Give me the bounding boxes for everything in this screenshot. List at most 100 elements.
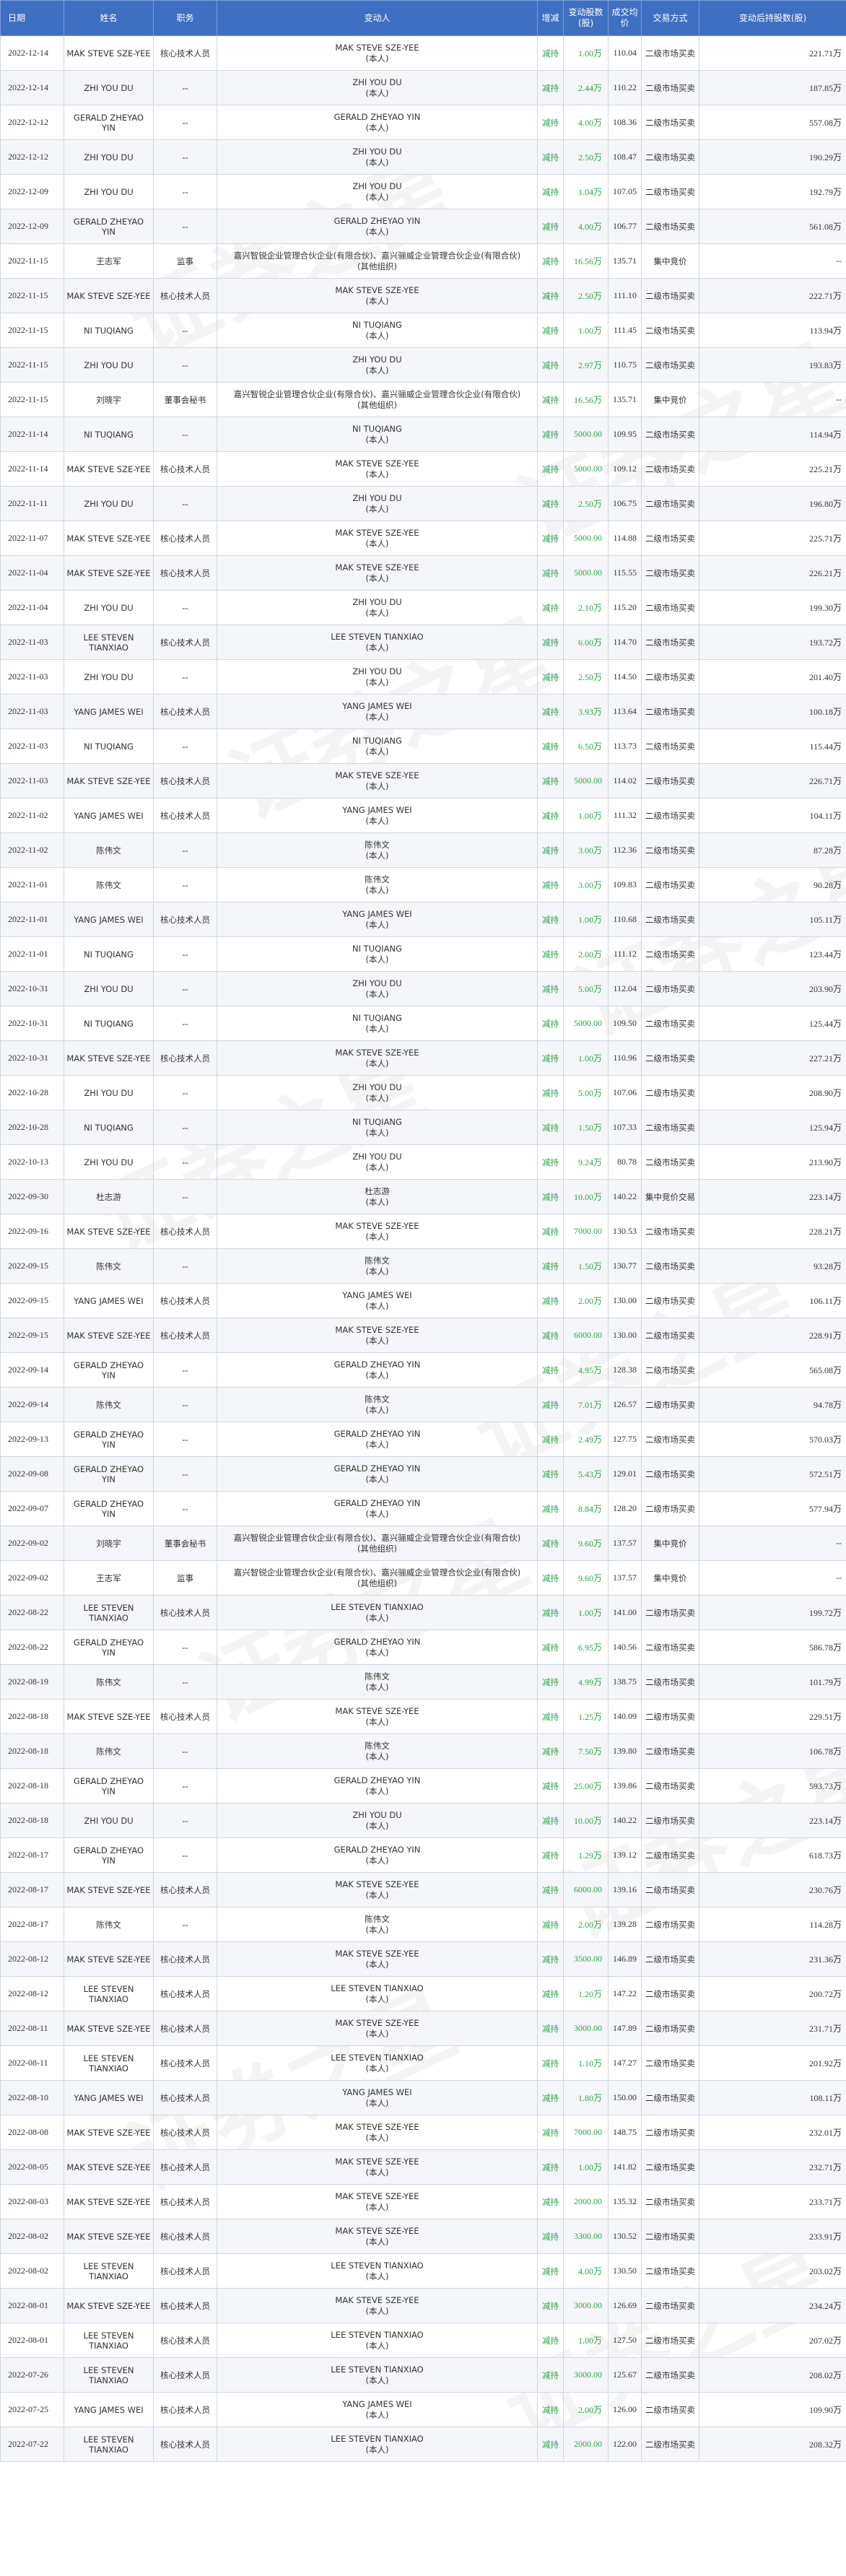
table-row[interactable]: 2022-09-15 YANG JAMES WEI 核心技术人员 YANG JAMES… [0, 1283, 846, 1318]
direction-cell: 减持 [537, 451, 564, 487]
table-row[interactable]: 2022-08-08 MAK STEVE SZE-YEE 核心技术人员 MAK STE… [0, 2115, 846, 2150]
table-row[interactable]: 2022-09-07 GERALD ZHEYAO YIN -- GERALD ZHEY… [0, 1491, 846, 1526]
holding-cell: 108.11万 [699, 2080, 846, 2115]
table-row[interactable]: 2022-10-28 NI TUQIANG -- NI TUQIANG (本人) 减持 1.… [0, 1110, 846, 1145]
table-body: 2022-12-14 MAK STEVE SZE-YEE 核心技术人员 MAK STE… [0, 35, 846, 2462]
position-cell: -- [153, 1837, 217, 1873]
table-row[interactable]: 2022-12-14 ZHI YOU DU -- ZHI YOU DU (本人) 减持 2.… [0, 70, 846, 105]
table-row[interactable]: 2022-11-15 ZHI YOU DU -- ZHI YOU DU (本人) 减持 2.… [0, 347, 846, 383]
table-row[interactable]: 2022-11-15 MAK STEVE SZE-YEE 核心技术人员 MAK STE… [0, 278, 846, 313]
method-cell: 二级市场买卖 [641, 1110, 699, 1145]
table-row[interactable]: 2022-08-17 MAK STEVE SZE-YEE 核心技术人员 MAK STE… [0, 1872, 846, 1907]
table-row[interactable]: 2022-11-03 LEE STEVEN TIANXIAO 核心技术人员 LEE S… [0, 625, 846, 660]
table-row[interactable]: 2022-09-15 陈伟文 -- 陈伟文 (本人) 减持 1.50万 130.77 二级市场买… [0, 1248, 846, 1284]
table-row[interactable]: 2022-09-14 GERALD ZHEYAO YIN -- GERALD ZHEY… [0, 1352, 846, 1388]
table-row[interactable]: 2022-11-02 YANG JAMES WEI 核心技术人员 YANG JAMES… [0, 798, 846, 833]
table-row[interactable]: 2022-07-26 LEE STEVEN TIANXIAO 核心技术人员 LEE S… [0, 2357, 846, 2393]
table-row[interactable]: 2022-08-22 GERALD ZHEYAO YIN -- GERALD ZHEY… [0, 1629, 846, 1665]
table-row[interactable]: 2022-11-07 MAK STEVE SZE-YEE 核心技术人员 MAK STE… [0, 521, 846, 556]
price-cell: 122.00 [608, 2427, 642, 2462]
table-row[interactable]: 2022-07-25 YANG JAMES WEI 核心技术人员 YANG JAMES… [0, 2392, 846, 2427]
table-row[interactable]: 2022-09-16 MAK STEVE SZE-YEE 核心技术人员 MAK STE… [0, 1214, 846, 1249]
header-direction[interactable]: 增减 [537, 0, 564, 36]
table-row[interactable]: 2022-10-13 ZHI YOU DU -- ZHI YOU DU (本人) 减持 9.… [0, 1144, 846, 1180]
header-agent[interactable]: 变动人 [217, 0, 538, 36]
agent-name: MAK STEVE SZE-YEE [335, 770, 419, 780]
table-row[interactable]: 2022-09-13 GERALD ZHEYAO YIN -- GERALD ZHEY… [0, 1422, 846, 1457]
table-row[interactable]: 2022-11-01 YANG JAMES WEI 核心技术人员 YANG JAMES… [0, 902, 846, 937]
table-row[interactable]: 2022-09-14 陈伟文 -- 陈伟文 (本人) 减持 7.01万 126.57 二级市场买… [0, 1387, 846, 1422]
agent-type: (本人) [365, 711, 389, 722]
table-row[interactable]: 2022-08-18 MAK STEVE SZE-YEE 核心技术人员 MAK STE… [0, 1699, 846, 1734]
table-row[interactable]: 2022-11-01 陈伟文 -- 陈伟文 (本人) 减持 3.00万 109.83 二级市场买… [0, 867, 846, 902]
name-cell: YANG JAMES WEI [64, 694, 154, 729]
table-row[interactable]: 2022-12-09 GERALD ZHEYAO YIN -- GERALD ZHEY… [0, 209, 846, 244]
table-row[interactable]: 2022-08-12 LEE STEVEN TIANXIAO 核心技术人员 LEE S… [0, 1976, 846, 2011]
table-row[interactable]: 2022-11-04 MAK STEVE SZE-YEE 核心技术人员 MAK STE… [0, 555, 846, 591]
table-row[interactable]: 2022-08-02 LEE STEVEN TIANXIAO 核心技术人员 LEE S… [0, 2253, 846, 2289]
table-row[interactable]: 2022-08-22 LEE STEVEN TIANXIAO 核心技术人员 LEE S… [0, 1595, 846, 1630]
table-row[interactable]: 2022-12-09 ZHI YOU DU -- ZHI YOU DU (本人) 减持 1.… [0, 174, 846, 209]
table-row[interactable]: 2022-11-03 YANG JAMES WEI 核心技术人员 YANG JAMES… [0, 694, 846, 729]
agent-cell: GERALD ZHEYAO YIN (本人) [217, 1629, 538, 1665]
table-row[interactable]: 2022-09-02 刘晓宇 董事会秘书 嘉兴智锐企业管理合伙企业(有限合伙)、嘉兴骊… [0, 1526, 846, 1561]
agent-type: (本人) [365, 2201, 389, 2212]
price-cell: 110.68 [608, 902, 642, 937]
table-row[interactable]: 2022-12-14 MAK STEVE SZE-YEE 核心技术人员 MAK STE… [0, 35, 846, 71]
holding-cell: 213.90万 [699, 1144, 846, 1180]
holding-cell: -- [699, 1560, 846, 1596]
table-row[interactable]: 2022-10-28 ZHI YOU DU -- ZHI YOU DU (本人) 减持 5.… [0, 1075, 846, 1110]
table-row[interactable]: 2022-11-03 NI TUQIANG -- NI TUQIANG (本人) 减持 6.… [0, 728, 846, 764]
header-position[interactable]: 职务 [153, 0, 217, 36]
table-row[interactable]: 2022-08-18 陈伟文 -- 陈伟文 (本人) 减持 7.50万 139.80 二级市场买… [0, 1733, 846, 1769]
header-name[interactable]: 姓名 [64, 0, 154, 36]
table-row[interactable]: 2022-08-17 GERALD ZHEYAO YIN -- GERALD ZHEY… [0, 1837, 846, 1873]
name-cell: MAK STEVE SZE-YEE [64, 2184, 154, 2219]
table-row[interactable]: 2022-09-02 王志军 监事 嘉兴智锐企业管理合伙企业(有限合伙)、嘉兴骊威企业… [0, 1560, 846, 1596]
table-row[interactable]: 2022-11-14 NI TUQIANG -- NI TUQIANG (本人) 减持 50… [0, 417, 846, 452]
table-row[interactable]: 2022-11-03 MAK STEVE SZE-YEE 核心技术人员 MAK STE… [0, 763, 846, 799]
header-holding[interactable]: 变动后持股数(股) [699, 0, 846, 36]
date-cell: 2022-09-08 [0, 1456, 64, 1492]
table-row[interactable]: 2022-08-11 LEE STEVEN TIANXIAO 核心技术人员 LEE S… [0, 2045, 846, 2081]
table-row[interactable]: 2022-08-10 YANG JAMES WEI 核心技术人员 YANG JAMES… [0, 2080, 846, 2115]
header-method[interactable]: 交易方式 [641, 0, 699, 36]
table-row[interactable]: 2022-11-11 ZHI YOU DU -- ZHI YOU DU (本人) 减持 2.… [0, 486, 846, 521]
table-row[interactable]: 2022-07-22 LEE STEVEN TIANXIAO 核心技术人员 LEE S… [0, 2427, 846, 2462]
table-row[interactable]: 2022-11-01 NI TUQIANG -- NI TUQIANG (本人) 减持 2.… [0, 936, 846, 972]
table-row[interactable]: 2022-11-14 MAK STEVE SZE-YEE 核心技术人员 MAK STE… [0, 451, 846, 487]
agent-name: NI TUQIANG [352, 735, 402, 746]
table-row[interactable]: 2022-08-03 MAK STEVE SZE-YEE 核心技术人员 MAK STE… [0, 2184, 846, 2219]
table-row[interactable]: 2022-11-15 王志军 监事 嘉兴智锐企业管理合伙企业(有限合伙)、嘉兴骊威企业… [0, 243, 846, 279]
table-row[interactable]: 2022-10-31 NI TUQIANG -- NI TUQIANG (本人) 减持 50… [0, 1006, 846, 1041]
table-row[interactable]: 2022-08-17 陈伟文 -- 陈伟文 (本人) 减持 2.00万 139.28 二级市场买… [0, 1907, 846, 1942]
table-row[interactable]: 2022-08-05 MAK STEVE SZE-YEE 核心技术人员 MAK STE… [0, 2149, 846, 2185]
table-row[interactable]: 2022-09-15 MAK STEVE SZE-YEE 核心技术人员 MAK STE… [0, 1318, 846, 1353]
direction-cell: 减持 [537, 1352, 564, 1388]
table-row[interactable]: 2022-11-04 ZHI YOU DU -- ZHI YOU DU (本人) 减持 2.… [0, 590, 846, 625]
change-cell: 3.00万 [563, 867, 609, 902]
table-row[interactable]: 2022-08-11 MAK STEVE SZE-YEE 核心技术人员 MAK STE… [0, 2011, 846, 2046]
table-row[interactable]: 2022-09-30 杜志游 -- 杜志游 (本人) 减持 10.00万 140.22 集中竞价… [0, 1179, 846, 1214]
date-cell: 2022-08-10 [0, 2080, 64, 2115]
table-row[interactable]: 2022-08-19 陈伟文 -- 陈伟文 (本人) 减持 4.99万 138.75 二级市场买… [0, 1664, 846, 1700]
table-row[interactable]: 2022-08-01 MAK STEVE SZE-YEE 核心技术人员 MAK STE… [0, 2288, 846, 2323]
table-row[interactable]: 2022-11-15 刘晓宇 董事会秘书 嘉兴智锐企业管理合伙企业(有限合伙)、嘉兴骊… [0, 382, 846, 417]
table-row[interactable]: 2022-08-02 MAK STEVE SZE-YEE 核心技术人员 MAK STE… [0, 2219, 846, 2254]
header-date[interactable]: 日期 [0, 0, 64, 36]
table-row[interactable]: 2022-12-12 ZHI YOU DU -- ZHI YOU DU (本人) 减持 2.… [0, 139, 846, 175]
header-price[interactable]: 成交均价 [608, 0, 642, 36]
table-row[interactable]: 2022-08-12 MAK STEVE SZE-YEE 核心技术人员 MAK STE… [0, 1941, 846, 1977]
table-row[interactable]: 2022-08-01 LEE STEVEN TIANXIAO 核心技术人员 LEE S… [0, 2323, 846, 2358]
name-cell: MAK STEVE SZE-YEE [64, 2011, 154, 2046]
table-row[interactable]: 2022-11-15 NI TUQIANG -- NI TUQIANG (本人) 减持 1.… [0, 313, 846, 348]
header-change[interactable]: 变动股数(股) [563, 0, 609, 36]
table-row[interactable]: 2022-11-03 ZHI YOU DU -- ZHI YOU DU (本人) 减持 2.… [0, 659, 846, 695]
table-row[interactable]: 2022-10-31 ZHI YOU DU -- ZHI YOU DU (本人) 减持 5.… [0, 971, 846, 1006]
table-row[interactable]: 2022-08-18 ZHI YOU DU -- ZHI YOU DU (本人) 减持 10… [0, 1803, 846, 1838]
table-row[interactable]: 2022-08-18 GERALD ZHEYAO YIN -- GERALD ZHEY… [0, 1768, 846, 1803]
table-row[interactable]: 2022-10-31 MAK STEVE SZE-YEE 核心技术人员 MAK STE… [0, 1040, 846, 1076]
table-row[interactable]: 2022-09-08 GERALD ZHEYAO YIN -- GERALD ZHEY… [0, 1456, 846, 1492]
table-row[interactable]: 2022-12-12 GERALD ZHEYAO YIN -- GERALD ZHEY… [0, 105, 846, 140]
table-row[interactable]: 2022-11-02 陈伟文 -- 陈伟文 (本人) 减持 3.00万 112.36 二级市场买… [0, 832, 846, 868]
